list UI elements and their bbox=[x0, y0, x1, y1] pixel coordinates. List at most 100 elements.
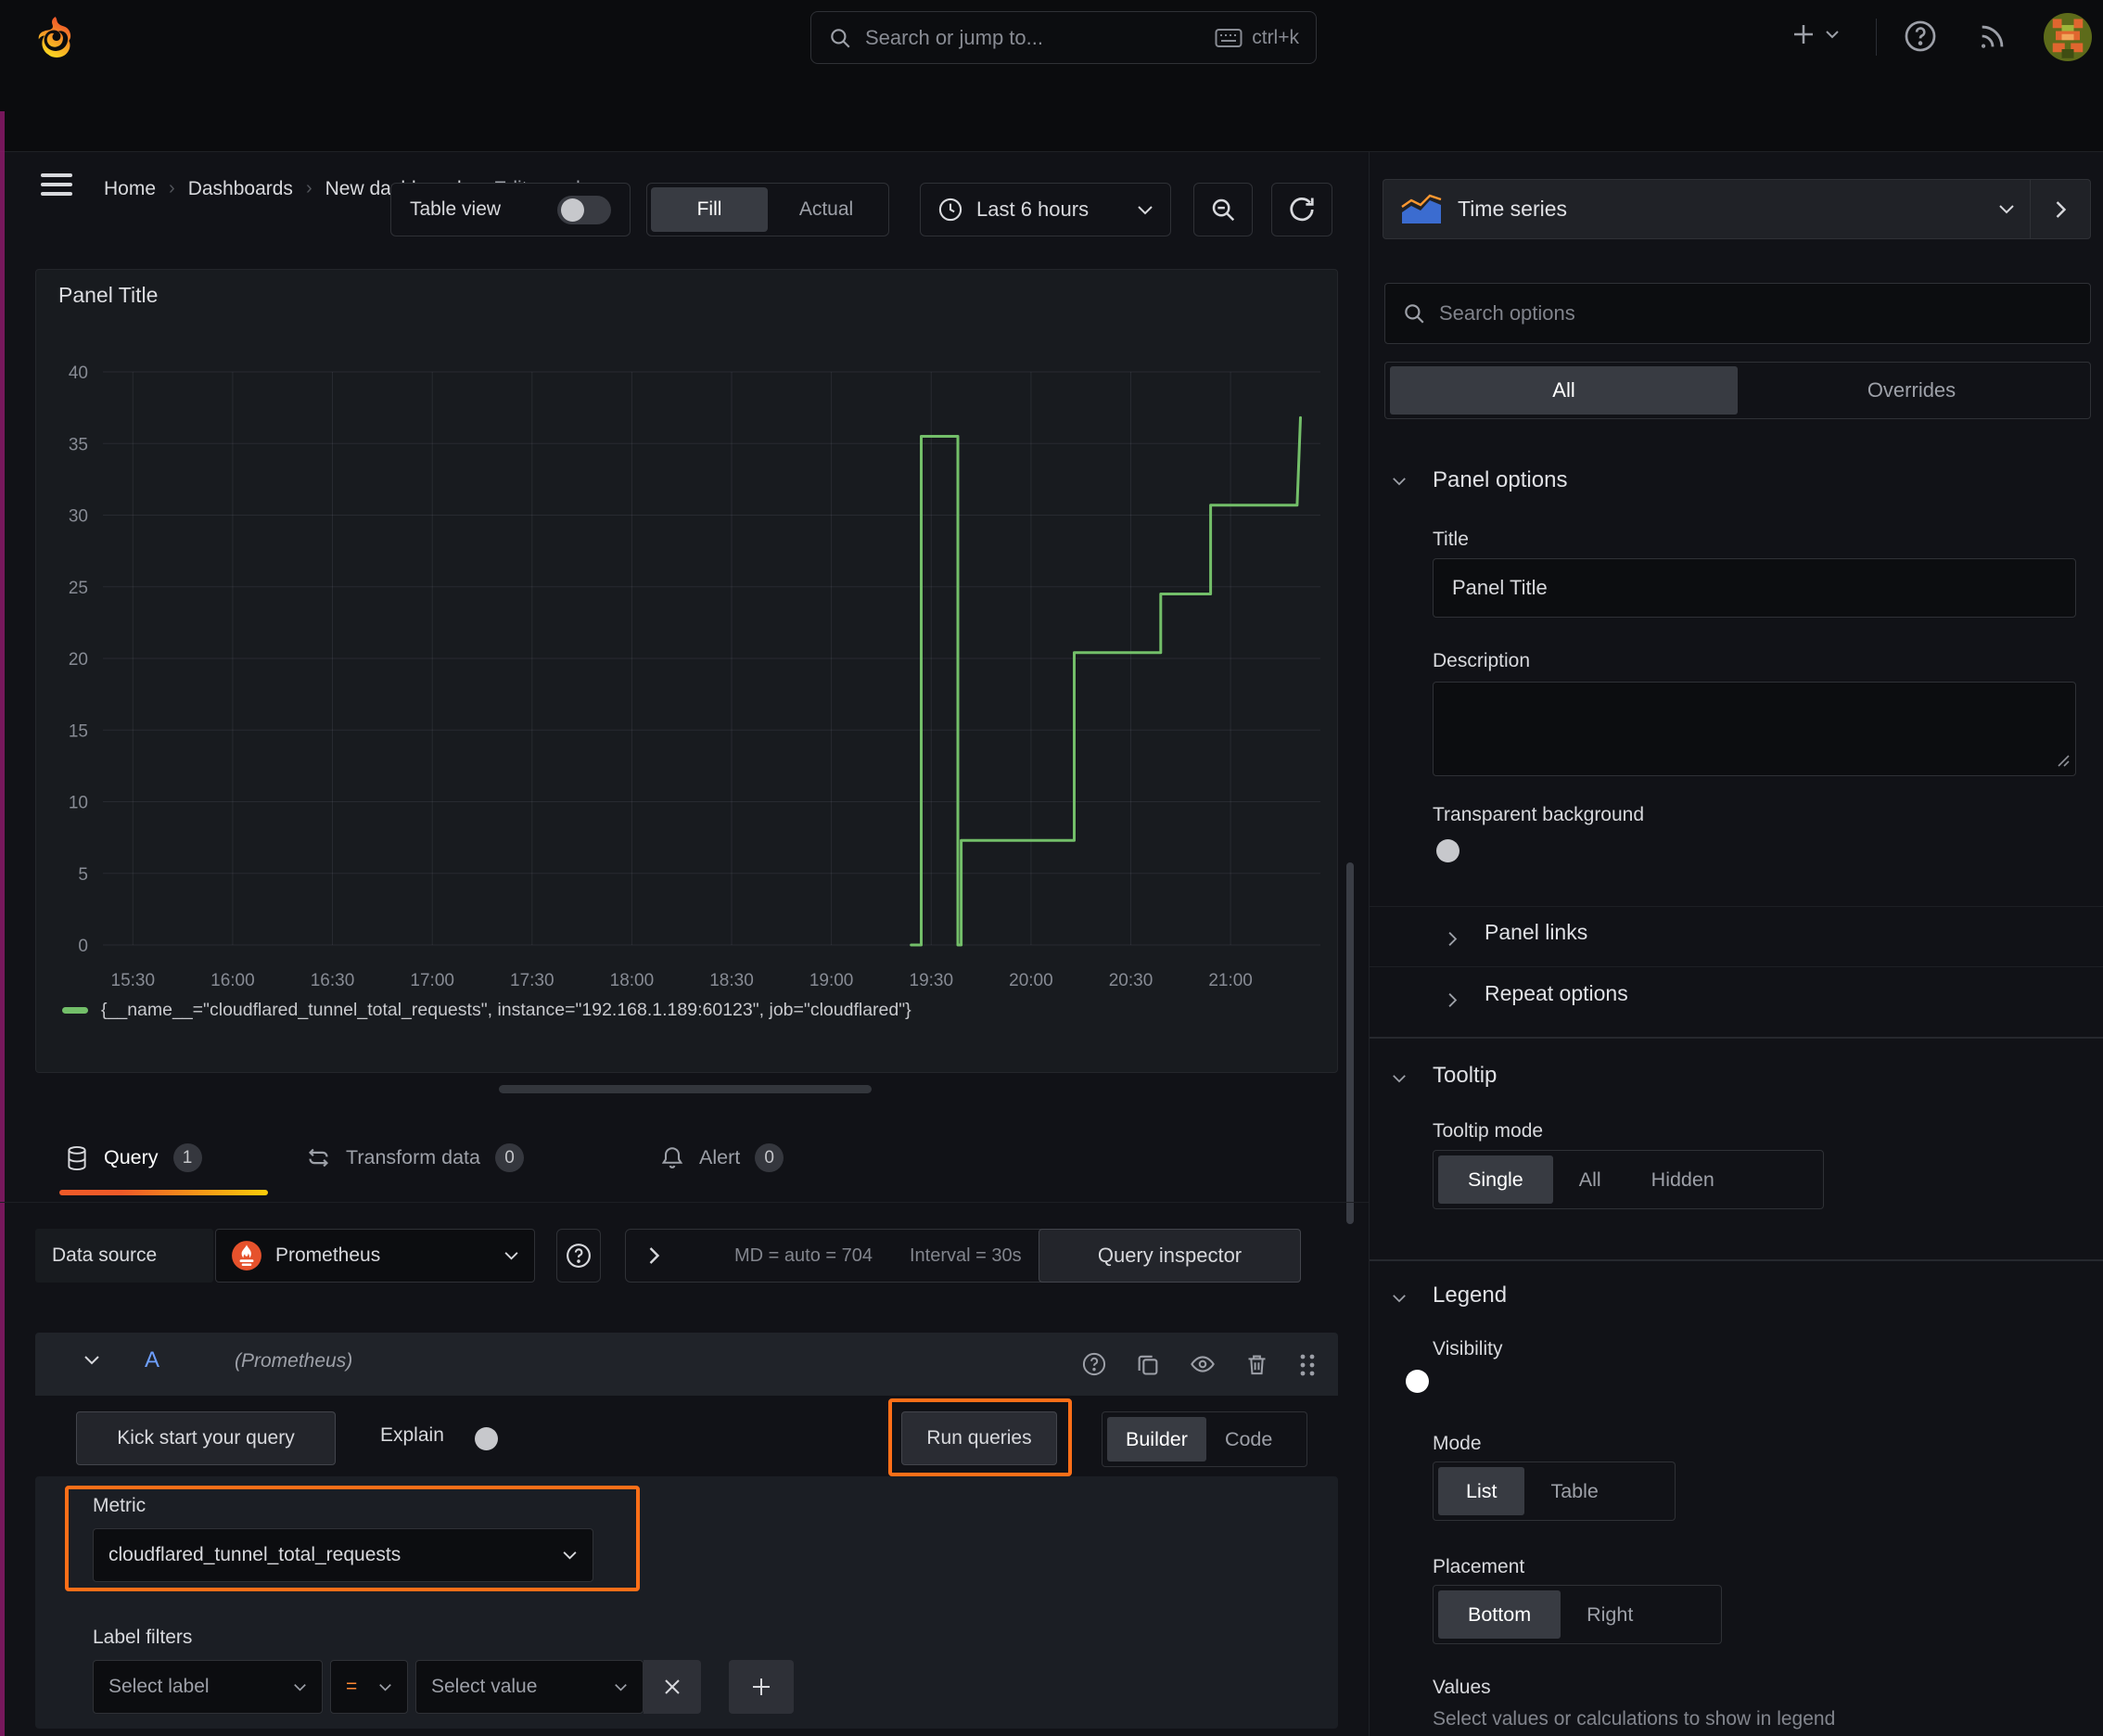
panel-links-header[interactable]: Panel links bbox=[1485, 920, 1587, 945]
time-series-chart[interactable]: 15:30 16:00 16:30 17:00 17:30 18:00 18:30 19:00… bbox=[45, 321, 1330, 998]
breadcrumb-dashboards[interactable]: Dashboards bbox=[188, 178, 293, 200]
chevron-down-icon[interactable] bbox=[1392, 477, 1407, 486]
chevron-right-icon[interactable] bbox=[1447, 931, 1458, 947]
topbar-divider bbox=[1876, 19, 1877, 56]
query-ref-id[interactable]: A bbox=[145, 1347, 159, 1373]
chevron-right-icon[interactable] bbox=[1447, 992, 1458, 1008]
tooltip-header[interactable]: Tooltip bbox=[1433, 1063, 1497, 1089]
run-queries-button[interactable]: Run queries bbox=[901, 1411, 1057, 1465]
tooltip-mode-all[interactable]: All bbox=[1555, 1155, 1625, 1204]
tab-alert[interactable]: Alert 0 bbox=[660, 1143, 784, 1172]
query-row-header[interactable]: A (Prometheus) bbox=[35, 1333, 1338, 1396]
database-icon bbox=[65, 1145, 89, 1171]
drag-query-handle-icon[interactable] bbox=[1298, 1353, 1317, 1377]
legend-mode-segmented: List Table bbox=[1433, 1462, 1676, 1521]
breadcrumb-home[interactable]: Home bbox=[104, 178, 156, 200]
chart-legend[interactable]: {__name__="cloudflared_tunnel_total_requ… bbox=[62, 1000, 911, 1021]
legend-mode-table[interactable]: Table bbox=[1526, 1467, 1622, 1515]
chevron-down-icon[interactable] bbox=[1392, 1294, 1407, 1303]
time-range-picker[interactable]: Last 6 hours bbox=[920, 183, 1171, 236]
all-overrides-tabs: All Overrides bbox=[1384, 362, 2091, 419]
explain-label: Explain bbox=[380, 1424, 444, 1446]
panel-title[interactable]: Panel Title bbox=[58, 283, 158, 308]
datasource-label: Data source bbox=[35, 1229, 213, 1283]
chevron-down-icon bbox=[503, 1251, 519, 1260]
metric-select[interactable]: cloudflared_tunnel_total_requests bbox=[93, 1528, 593, 1582]
legend-series-label: {__name__="cloudflared_tunnel_total_requ… bbox=[101, 1000, 911, 1020]
tooltip-mode-single[interactable]: Single bbox=[1438, 1155, 1553, 1204]
help-button[interactable] bbox=[1903, 19, 1938, 54]
svg-text:10: 10 bbox=[69, 794, 88, 813]
top-navbar: ctrl+k bbox=[0, 0, 2103, 75]
expand-options-icon[interactable] bbox=[648, 1246, 660, 1265]
menu-icon[interactable] bbox=[41, 172, 72, 197]
legend-header[interactable]: Legend bbox=[1433, 1283, 1507, 1308]
time-series-viz-icon bbox=[1400, 194, 1443, 225]
collapse-query-icon[interactable] bbox=[83, 1355, 100, 1365]
add-filter-button[interactable] bbox=[729, 1660, 794, 1714]
panel-options-header[interactable]: Panel options bbox=[1433, 467, 1567, 493]
repeat-options-header[interactable]: Repeat options bbox=[1485, 981, 1628, 1006]
screen-edge-artifact bbox=[0, 111, 5, 1736]
time-range-label: Last 6 hours bbox=[976, 198, 1090, 221]
duplicate-query-icon[interactable] bbox=[1135, 1351, 1161, 1377]
actual-option[interactable]: Actual bbox=[768, 187, 885, 232]
grafana-logo[interactable] bbox=[32, 14, 78, 60]
svg-text:15: 15 bbox=[69, 721, 88, 741]
visualization-picker[interactable]: Time series bbox=[1383, 179, 2032, 239]
fill-option[interactable]: Fill bbox=[651, 187, 768, 232]
options-search-input[interactable] bbox=[1439, 301, 2073, 326]
search-icon bbox=[828, 26, 852, 50]
legend-placement-right[interactable]: Right bbox=[1562, 1590, 1657, 1639]
panel-title-input[interactable] bbox=[1433, 558, 2076, 618]
zoom-out-button[interactable] bbox=[1193, 183, 1253, 236]
refresh-button[interactable] bbox=[1271, 183, 1332, 236]
svg-text:20: 20 bbox=[69, 650, 88, 670]
remove-filter-button[interactable] bbox=[644, 1660, 701, 1714]
breadcrumb-separator-icon: › bbox=[305, 178, 312, 198]
options-search-box[interactable] bbox=[1384, 283, 2091, 344]
query-inspector-button[interactable]: Query inspector bbox=[1039, 1229, 1301, 1283]
tab-query[interactable]: Query 1 bbox=[65, 1143, 202, 1172]
chevron-down-icon[interactable] bbox=[1392, 1074, 1407, 1083]
kick-start-query-button[interactable]: Kick start your query bbox=[76, 1411, 336, 1465]
legend-placement-bottom[interactable]: Bottom bbox=[1438, 1590, 1561, 1639]
query-count-badge: 1 bbox=[172, 1143, 202, 1172]
svg-text:16:00: 16:00 bbox=[210, 971, 255, 990]
panel-preview-card: Panel Title 15:30 16:00 16:30 17:00 17:30 18:… bbox=[35, 269, 1338, 1073]
table-view-toggle[interactable] bbox=[557, 195, 611, 224]
avatar[interactable] bbox=[2044, 13, 2092, 61]
code-option[interactable]: Code bbox=[1208, 1417, 1289, 1462]
chevron-down-icon bbox=[293, 1683, 307, 1691]
global-search[interactable]: ctrl+k bbox=[810, 11, 1317, 64]
tooltip-mode-label: Tooltip mode bbox=[1433, 1120, 1544, 1142]
textarea-resize-icon[interactable] bbox=[2056, 753, 2071, 768]
datasource-picker[interactable]: Prometheus bbox=[215, 1229, 535, 1283]
metric-label: Metric bbox=[93, 1495, 147, 1516]
datasource-help-button[interactable] bbox=[556, 1229, 601, 1283]
operator-dropdown[interactable]: = bbox=[330, 1660, 408, 1714]
panel-options-pane: Time series All Overrides Panel options … bbox=[1369, 152, 2103, 1736]
select-label-dropdown[interactable]: Select label bbox=[93, 1660, 323, 1714]
tab-overrides[interactable]: Overrides bbox=[1738, 366, 2085, 415]
collapse-options-pane-button[interactable] bbox=[2030, 179, 2091, 239]
search-input[interactable] bbox=[865, 25, 1203, 50]
divider bbox=[1370, 906, 2103, 907]
chevron-down-icon bbox=[614, 1683, 628, 1691]
delete-query-icon[interactable] bbox=[1244, 1351, 1269, 1377]
tab-all[interactable]: All bbox=[1390, 366, 1738, 415]
panel-description-textarea[interactable] bbox=[1433, 682, 2076, 776]
pane-resize-handle[interactable] bbox=[499, 1085, 872, 1093]
select-value-dropdown[interactable]: Select value bbox=[415, 1660, 644, 1714]
tooltip-mode-segmented: Single All Hidden bbox=[1433, 1150, 1824, 1209]
builder-option[interactable]: Builder bbox=[1107, 1417, 1206, 1462]
legend-mode-list[interactable]: List bbox=[1438, 1467, 1525, 1515]
news-rss-icon[interactable] bbox=[1977, 20, 2008, 52]
tooltip-mode-hidden[interactable]: Hidden bbox=[1627, 1155, 1739, 1204]
breadcrumb-separator-icon: › bbox=[169, 178, 175, 198]
tab-transform-data[interactable]: Transform data 0 bbox=[306, 1143, 524, 1172]
description-label: Description bbox=[1433, 650, 1531, 671]
add-menu-button[interactable] bbox=[1790, 20, 1840, 48]
toggle-visibility-icon[interactable] bbox=[1189, 1351, 1217, 1377]
query-help-icon[interactable] bbox=[1081, 1351, 1107, 1377]
